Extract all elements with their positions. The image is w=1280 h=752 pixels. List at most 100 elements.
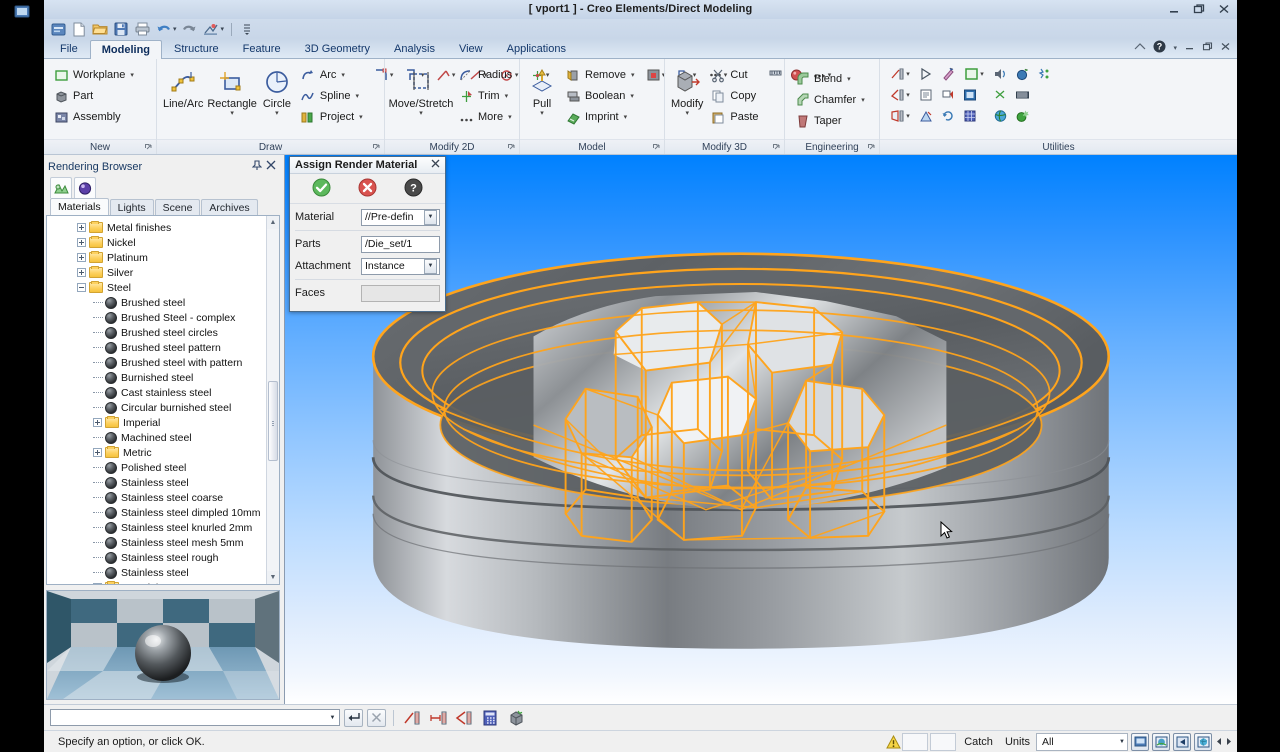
pull-button[interactable]: Pull ▾ xyxy=(525,63,559,118)
tab-scene[interactable]: Scene xyxy=(154,199,201,215)
tree-material-row[interactable]: Polished steel xyxy=(47,460,279,475)
film-icon[interactable] xyxy=(1011,85,1033,105)
chevron-down-icon[interactable]: ▾ xyxy=(341,71,345,79)
material-field[interactable]: //Pre-defin ▼ xyxy=(361,208,440,226)
minimize-button[interactable] xyxy=(1167,2,1181,16)
workplane-button[interactable]: Workplane ▾ xyxy=(49,65,138,85)
tree-material-row[interactable]: Stainless steel knurled 2mm xyxy=(47,520,279,535)
measure-distance-icon[interactable]: ▾ xyxy=(885,64,915,84)
circle-button[interactable]: Circle ▾ xyxy=(260,63,294,118)
chevron-down-icon[interactable]: ▾ xyxy=(505,92,509,100)
app-menu-icon[interactable] xyxy=(50,21,66,37)
calculator-icon[interactable] xyxy=(479,709,501,727)
tree-material-row[interactable]: Burnished steel xyxy=(47,370,279,385)
tree-material-row[interactable]: Stainless steel coarse xyxy=(47,490,279,505)
chevron-down-icon[interactable]: ▾ xyxy=(906,91,910,99)
chevron-down-icon[interactable]: ▾ xyxy=(980,70,984,78)
list-icon[interactable] xyxy=(915,85,937,105)
scroll-down-arrow[interactable]: ▼ xyxy=(266,571,279,585)
cancel-command-button[interactable] xyxy=(367,708,386,727)
print-icon[interactable] xyxy=(134,21,150,37)
pan-arrows-icon[interactable] xyxy=(1215,733,1233,751)
help-icon[interactable]: ? xyxy=(1153,40,1166,56)
workplane-square-icon[interactable]: ▾ xyxy=(959,64,989,84)
tab-structure[interactable]: Structure xyxy=(162,39,231,58)
view-tools-icon[interactable] xyxy=(203,21,219,37)
parts-field[interactable]: /Die_set/1 xyxy=(361,235,440,253)
tree-material-row[interactable]: Cast stainless steel xyxy=(47,385,279,400)
tree-scrollbar[interactable]: ▲ ▼ xyxy=(266,216,279,585)
tree-material-row[interactable]: Circular burnished steel xyxy=(47,400,279,415)
new-dialog-launcher[interactable] xyxy=(144,143,153,152)
annotate-icon[interactable] xyxy=(937,85,959,105)
probe-icon[interactable] xyxy=(915,106,937,126)
chevron-down-icon[interactable]: ▾ xyxy=(906,70,910,78)
tab-lights[interactable]: Lights xyxy=(109,199,154,215)
chevron-down-icon[interactable]: ▾ xyxy=(355,92,359,100)
tree-material-row[interactable]: Machined steel xyxy=(47,430,279,445)
tree-material-row[interactable]: Brushed steel circles xyxy=(47,325,279,340)
chevron-down-icon[interactable]: ▾ xyxy=(130,71,134,79)
tree-material-row[interactable]: Brushed Steel - complex xyxy=(47,310,279,325)
render-sphere-icon[interactable] xyxy=(74,177,96,198)
tree-material-row[interactable]: Stainless steel xyxy=(47,565,279,580)
tree-folder-row[interactable]: Silver xyxy=(47,265,279,280)
chevron-down-icon[interactable]: ▼ xyxy=(424,258,437,274)
tab-file[interactable]: File xyxy=(48,39,90,58)
chevron-down-icon[interactable]: ▾ xyxy=(631,71,635,79)
expand-icon[interactable] xyxy=(77,238,86,247)
shade-view-icon[interactable] xyxy=(1152,732,1170,751)
scroll-thumb[interactable] xyxy=(268,381,278,461)
chevron-down-icon[interactable]: ▼ xyxy=(1119,739,1125,745)
expand-icon[interactable] xyxy=(77,268,86,277)
audio-icon[interactable] xyxy=(989,64,1011,84)
materials-tree[interactable]: Metal finishes Nickel Platinum Silver Steel B… xyxy=(46,215,280,586)
close-doc-icon[interactable] xyxy=(1220,41,1231,55)
draw-dialog-launcher[interactable] xyxy=(372,143,381,152)
minimize-doc-icon[interactable] xyxy=(1184,41,1195,55)
restore-button[interactable] xyxy=(1192,2,1206,16)
radius-button[interactable]: Radius xyxy=(454,65,516,85)
command-input[interactable]: ▼ xyxy=(50,709,340,727)
arc-button[interactable]: Arc ▾ xyxy=(296,65,367,85)
new-icon[interactable] xyxy=(71,21,87,37)
chevron-down-icon[interactable]: ▾ xyxy=(419,110,423,117)
highlight-icon[interactable] xyxy=(937,64,959,84)
warning-icon[interactable] xyxy=(884,733,902,751)
tree-material-row[interactable]: Stainless steel mesh 5mm xyxy=(47,535,279,550)
chevron-down-icon[interactable]: ▾ xyxy=(861,96,865,104)
tab-materials[interactable]: Materials xyxy=(50,198,109,215)
expand-icon[interactable] xyxy=(77,253,86,262)
line-arc-button[interactable]: Line/Arc xyxy=(162,63,204,111)
tab-modeling[interactable]: Modeling xyxy=(89,40,163,59)
tree-folder-row[interactable]: Metric xyxy=(47,445,279,460)
undo-caret-icon[interactable]: ▾ xyxy=(173,25,177,33)
restore-doc-icon[interactable] xyxy=(1202,41,1213,55)
tree-material-row[interactable]: Brushed steel pattern xyxy=(47,340,279,355)
chevron-down-icon[interactable]: ▾ xyxy=(508,113,512,121)
collapse-icon[interactable] xyxy=(77,283,86,292)
attachment-field[interactable]: Instance ▼ xyxy=(361,257,440,275)
tree-folder-row[interactable]: Steel xyxy=(47,280,279,295)
materials-browser-icon[interactable] xyxy=(50,177,72,198)
chevron-down-icon[interactable]: ▾ xyxy=(847,75,851,83)
chevron-down-icon[interactable]: ▾ xyxy=(906,112,910,120)
open-icon[interactable] xyxy=(92,21,108,37)
help-button[interactable]: ? xyxy=(404,178,423,200)
blend-button[interactable]: Blend ▾ xyxy=(790,69,869,89)
project-button[interactable]: Project ▾ xyxy=(296,107,367,127)
measure-distance-icon[interactable] xyxy=(401,709,423,727)
view-caret-icon[interactable]: ▾ xyxy=(221,25,225,33)
redo-icon[interactable] xyxy=(182,21,198,37)
scatter-icon[interactable] xyxy=(1033,64,1055,84)
faces-field[interactable] xyxy=(361,284,440,302)
assign-render-material-dialog[interactable]: Assign Render Material ? Material //Pre-… xyxy=(289,156,446,312)
tree-material-row[interactable]: Stainless steel dimpled 10mm xyxy=(47,505,279,520)
engineering-dialog-launcher[interactable] xyxy=(867,143,876,152)
viewport-display-icon[interactable] xyxy=(1131,732,1149,751)
tree-material-row[interactable]: Stainless steel rough xyxy=(47,550,279,565)
chevron-down-icon[interactable]: ▼ xyxy=(424,209,437,225)
move-stretch-button[interactable]: Move/Stretch ▾ xyxy=(389,63,453,118)
chevron-down-icon[interactable]: ▾ xyxy=(275,110,279,117)
collapse-ribbon-icon[interactable] xyxy=(1134,42,1146,55)
